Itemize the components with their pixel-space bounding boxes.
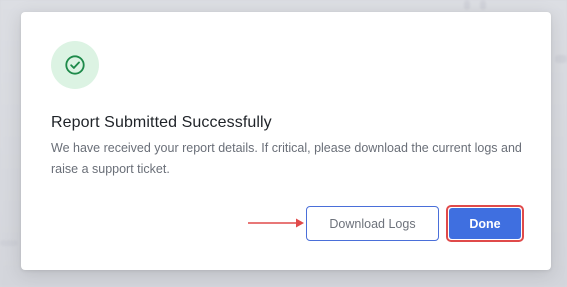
download-logs-button[interactable]: Download Logs bbox=[306, 206, 439, 241]
background-element bbox=[0, 240, 18, 246]
done-button[interactable]: Done bbox=[449, 208, 521, 239]
done-button-highlight: Done bbox=[446, 205, 524, 242]
background-element bbox=[480, 0, 486, 10]
check-circle-icon bbox=[65, 55, 85, 75]
background-element bbox=[555, 55, 567, 63]
background-element bbox=[464, 0, 470, 10]
success-badge bbox=[51, 41, 99, 89]
dialog-title: Report Submitted Successfully bbox=[51, 114, 272, 131]
annotation-arrow-icon bbox=[248, 218, 304, 228]
dialog-message: We have received your report details. If… bbox=[51, 141, 522, 176]
success-dialog: Report Submitted Successfully We have re… bbox=[21, 12, 551, 270]
